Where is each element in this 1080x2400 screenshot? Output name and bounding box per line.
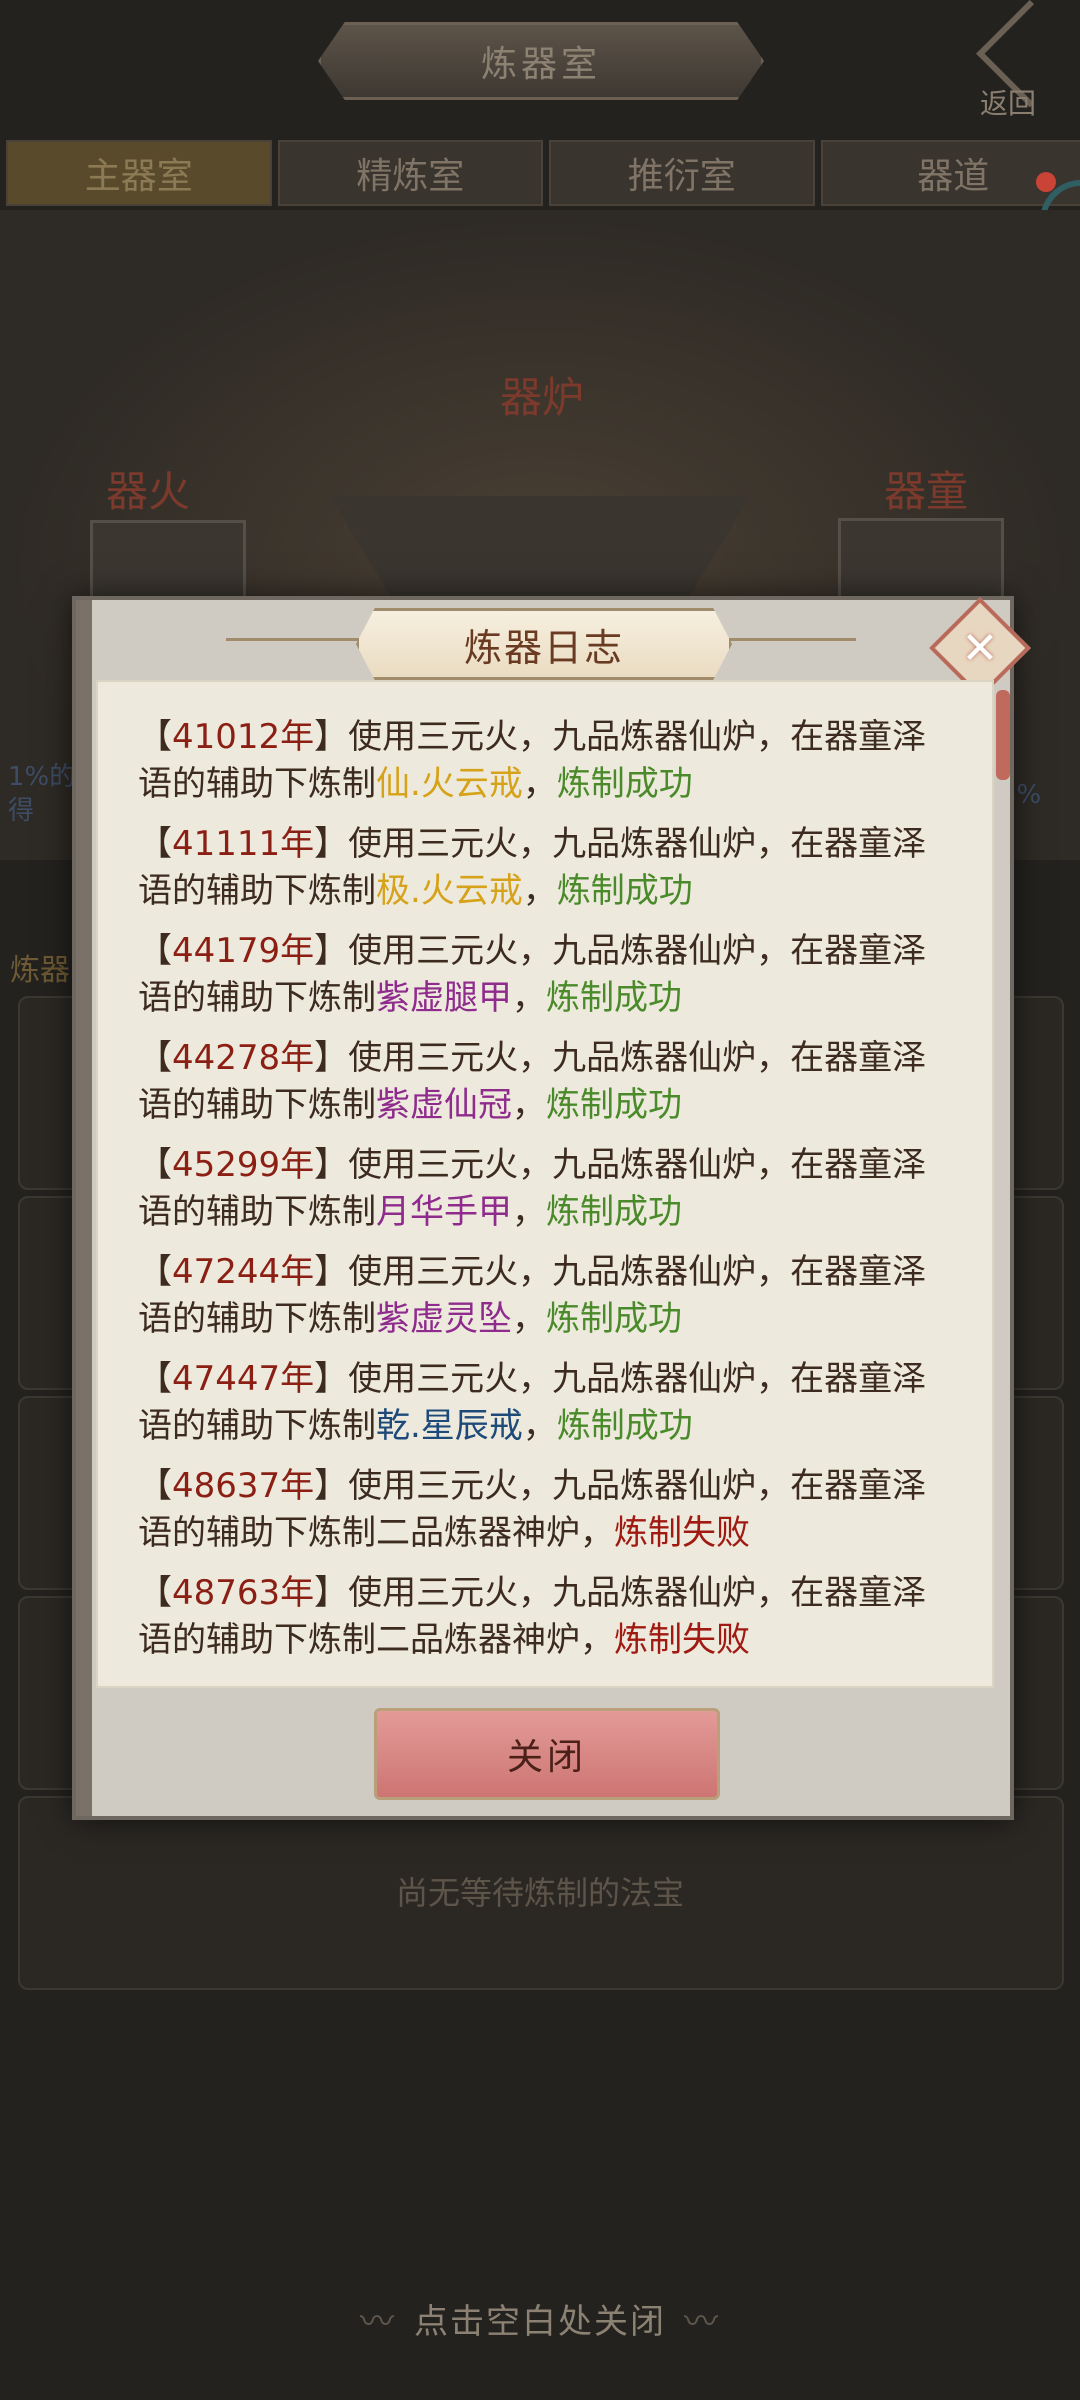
log-entry: 【48637年】使用三元火，九品炼器仙炉，在器童泽语的辅助下炼制二品炼器神炉，炼… bbox=[138, 1466, 927, 1553]
log-entry-result: 炼制成功 bbox=[556, 871, 693, 911]
fire-label: 器火 bbox=[106, 467, 191, 516]
log-entry-year: 47447年 bbox=[172, 1359, 315, 1399]
log-entry-result: 炼制成功 bbox=[556, 764, 693, 804]
log-entry: 【44179年】使用三元火，九品炼器仙炉，在器童泽语的辅助下炼制紫虚腿甲，炼制成… bbox=[138, 931, 927, 1018]
tassel-icon bbox=[996, 690, 1010, 780]
section-label: 炼器 bbox=[10, 953, 70, 988]
log-entry-item: 极.火云戒 bbox=[376, 871, 523, 911]
dialog-scroll-rail bbox=[76, 600, 92, 1816]
tab-refine-room[interactable]: 精炼室 bbox=[277, 140, 543, 206]
tab-main-room[interactable]: 主器室 bbox=[6, 140, 272, 206]
log-entry: 【45299年】使用三元火，九品炼器仙炉，在器童泽语的辅助下炼制月华手甲，炼制成… bbox=[138, 1145, 927, 1232]
log-entry: 【41111年】使用三元火，九品炼器仙炉，在器童泽语的辅助下炼制极.火云戒，炼制… bbox=[138, 824, 927, 911]
log-entry-result: 炼制成功 bbox=[556, 1406, 693, 1446]
dialog-title: 炼器日志 bbox=[356, 608, 732, 680]
log-entry-result: 炼制成功 bbox=[546, 1192, 682, 1232]
log-list: 【41012年】使用三元火，九品炼器仙炉，在器童泽语的辅助下炼制仙.火云戒，炼制… bbox=[138, 714, 958, 1677]
log-entry-year: 44278年 bbox=[172, 1038, 315, 1078]
log-entry-result: 炼制成功 bbox=[546, 978, 682, 1018]
tap-blank-to-close-hint[interactable]: 点击空白处关闭 bbox=[0, 2294, 1080, 2343]
queue-empty-text: 尚无等待炼制的法宝 bbox=[395, 1874, 684, 1912]
notification-dot-icon bbox=[1036, 172, 1056, 192]
log-entry: 【44278年】使用三元火，九品炼器仙炉，在器童泽语的辅助下炼制紫虚仙冠，炼制成… bbox=[138, 1038, 927, 1125]
log-panel[interactable]: 【41012年】使用三元火，九品炼器仙炉，在器童泽语的辅助下炼制仙.火云戒，炼制… bbox=[96, 680, 994, 1688]
tab-deduce-room[interactable]: 推衍室 bbox=[549, 140, 815, 206]
log-entry-item: 仙.火云戒 bbox=[376, 764, 523, 804]
back-button[interactable]: 返回 bbox=[960, 0, 1080, 120]
log-entry-item: 紫虚仙冠 bbox=[376, 1085, 512, 1125]
tab-bar: 主器室 精炼室 推衍室 器道 bbox=[0, 140, 1080, 206]
close-button[interactable]: 关闭 bbox=[374, 1708, 720, 1800]
log-entry-result: 炼制失败 bbox=[614, 1513, 750, 1553]
log-entry-item: 紫虚腿甲 bbox=[376, 978, 512, 1018]
page-title: 炼器室 bbox=[318, 22, 764, 100]
log-entry-year: 41111年 bbox=[172, 824, 315, 864]
log-entry-year: 45299年 bbox=[172, 1145, 315, 1185]
log-entry-result: 炼制失败 bbox=[614, 1620, 750, 1660]
back-label: 返回 bbox=[980, 87, 1037, 120]
title-divider-right bbox=[716, 638, 856, 641]
forge-log-dialog: 炼器日志 ✕ 【41012年】使用三元火，九品炼器仙炉，在器童泽语的辅助下炼制仙… bbox=[72, 596, 1031, 1820]
side-text-left: 1%的 得 bbox=[8, 762, 76, 826]
log-entry-item: 二品炼器神炉 bbox=[376, 1513, 580, 1553]
log-entry-result: 炼制成功 bbox=[546, 1085, 682, 1125]
log-entry-result: 炼制成功 bbox=[546, 1299, 682, 1339]
log-entry-item: 紫虚灵坠 bbox=[376, 1299, 512, 1339]
log-entry: 【41012年】使用三元火，九品炼器仙炉，在器童泽语的辅助下炼制仙.火云戒，炼制… bbox=[138, 717, 927, 804]
log-entry: 【48763年】使用三元火，九品炼器仙炉，在器童泽语的辅助下炼制二品炼器神炉，炼… bbox=[138, 1573, 927, 1660]
log-entry-year: 44179年 bbox=[172, 931, 315, 971]
log-entry-item: 二品炼器神炉 bbox=[376, 1620, 580, 1660]
log-entry: 【47447年】使用三元火，九品炼器仙炉，在器童泽语的辅助下炼制乾.星辰戒，炼制… bbox=[138, 1359, 927, 1446]
log-entry-year: 47244年 bbox=[172, 1252, 315, 1292]
boy-label: 器童 bbox=[884, 467, 969, 516]
log-entry-year: 48763年 bbox=[172, 1573, 315, 1613]
log-entry-item: 乾.星辰戒 bbox=[376, 1406, 523, 1446]
log-entry: 【47244年】使用三元火，九品炼器仙炉，在器童泽语的辅助下炼制紫虚灵坠，炼制成… bbox=[138, 1252, 927, 1339]
log-entry-item: 月华手甲 bbox=[376, 1192, 512, 1232]
log-entry-year: 41012年 bbox=[172, 717, 315, 757]
log-entry-year: 48637年 bbox=[172, 1466, 315, 1506]
title-divider-left bbox=[226, 638, 366, 641]
furnace-label: 器炉 bbox=[500, 373, 585, 422]
